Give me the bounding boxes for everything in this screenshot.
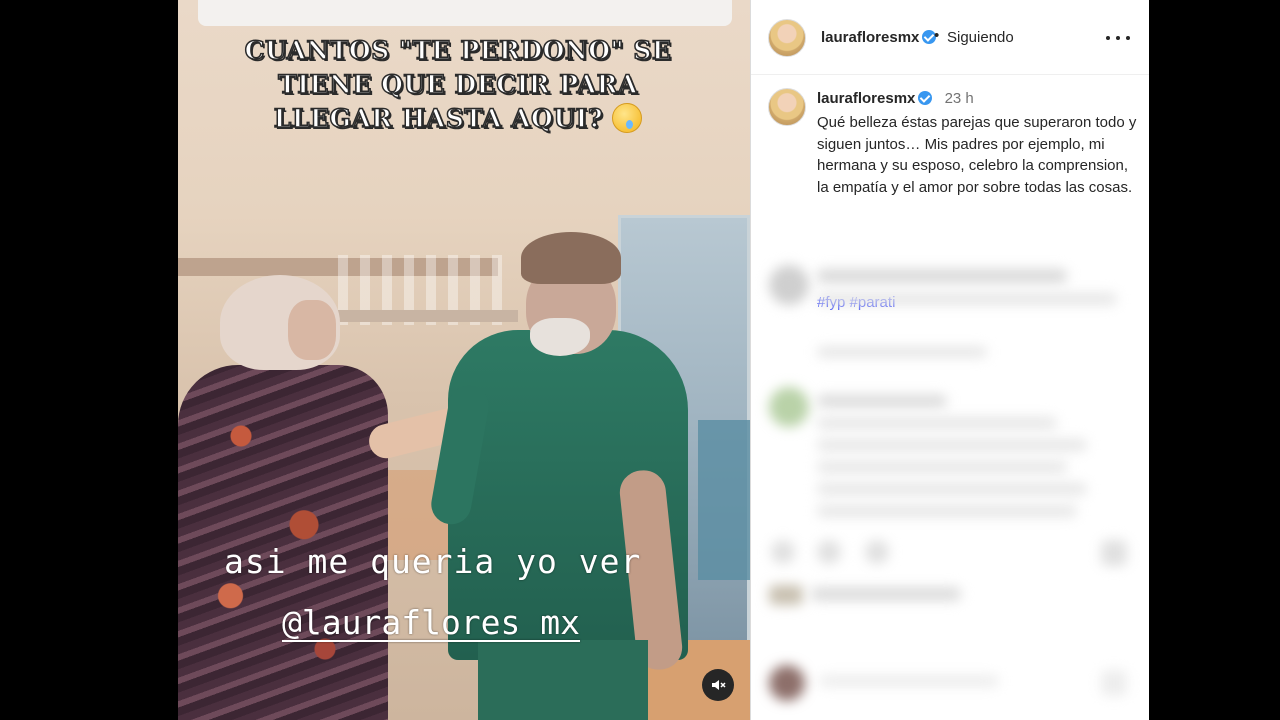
caption-username[interactable]: laurafloresmx xyxy=(817,90,915,107)
caption-author-line: laurafloresmx 23 h xyxy=(817,90,974,107)
blurred-comments-area xyxy=(751,255,1149,720)
video-top-overlay xyxy=(198,0,732,26)
caption-avatar[interactable] xyxy=(768,88,806,126)
caption-text: Qué belleza éstas parejas que superaron … xyxy=(817,114,1137,196)
heading-line-2: TIENE QUE DECIR PARA xyxy=(277,69,638,100)
separator-dot: • xyxy=(934,27,940,44)
crying-face-emoji-icon xyxy=(612,103,643,133)
video-caption-mention: @lauraflores mx xyxy=(282,603,581,642)
header-username[interactable]: laurafloresmx xyxy=(821,29,937,46)
follow-status-button[interactable]: Siguiendo xyxy=(947,29,1014,46)
more-options-icon[interactable] xyxy=(1106,28,1130,48)
muted-speaker-icon xyxy=(712,680,726,690)
post-header: laurafloresmx • Siguiendo xyxy=(751,0,1149,75)
video-player[interactable]: CUANTOS "TE PERDONO" SE TIENE QUE DECIR … xyxy=(178,0,750,720)
verified-badge-icon xyxy=(918,91,933,105)
post-side-panel: laurafloresmx • Siguiendo laurafloresmx … xyxy=(750,0,1149,720)
post-caption: laurafloresmx 23 h Qué belleza éstas par… xyxy=(751,75,1149,311)
heading-line-3: LLEGAR HASTA AQUI? xyxy=(238,102,678,136)
post-modal: CUANTOS "TE PERDONO" SE TIENE QUE DECIR … xyxy=(178,0,1149,720)
post-time[interactable]: 23 h xyxy=(945,90,974,107)
video-caption-line-1: asi me queria yo ver xyxy=(224,542,642,581)
mute-button[interactable] xyxy=(702,669,734,701)
avatar[interactable] xyxy=(768,19,806,57)
video-heading: CUANTOS "TE PERDONO" SE TIENE QUE DECIR … xyxy=(238,34,678,136)
heading-line-1: CUANTOS "TE PERDONO" SE xyxy=(244,35,672,66)
